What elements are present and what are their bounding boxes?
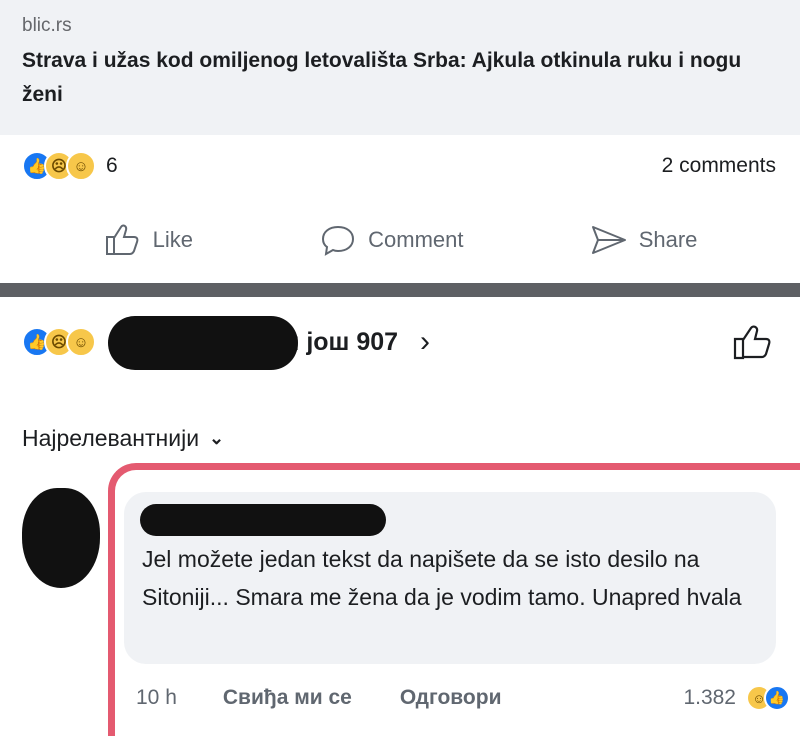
share-button[interactable]: Share <box>589 223 698 257</box>
comment-reaction-count[interactable]: 1.382 <box>683 686 736 710</box>
like-button[interactable]: Like <box>103 223 193 257</box>
chevron-down-icon: ⌄ <box>209 427 225 448</box>
comment-button[interactable]: Comment <box>318 223 464 257</box>
share-arrow-icon <box>591 226 626 254</box>
reaction-count[interactable]: 6 <box>106 154 118 178</box>
redacted-commenter-name <box>140 504 386 536</box>
comment-timestamp[interactable]: 10 h <box>136 686 177 710</box>
haha-reaction-icon: ☺ <box>66 327 96 357</box>
link-preview[interactable]: blic.rs Strava i užas kod omiljenog leto… <box>0 0 800 135</box>
comment-reply-button[interactable]: Одговори <box>400 686 502 710</box>
reactors-row[interactable]: 👍 ☹ ☺ и још 907 › <box>0 312 800 372</box>
comments-count[interactable]: 2 comments <box>662 154 776 178</box>
like-label: Like <box>152 227 193 252</box>
like-reaction-icon: 👍 <box>764 685 790 711</box>
redacted-name <box>108 316 298 370</box>
haha-reaction-icon: ☺ <box>66 151 96 181</box>
comment-sort-dropdown[interactable]: Најрелевантнији ⌄ <box>22 420 224 456</box>
reactor-icons: 👍 ☹ ☺ <box>22 327 96 357</box>
comment-text: Jel možete jedan tekst da napišete da se… <box>142 546 742 610</box>
avatar-redacted[interactable] <box>22 488 100 588</box>
comment-like-button[interactable]: Свиђа ми се <box>223 686 352 710</box>
reaction-icons[interactable]: 👍 ☹ ☺ <box>22 151 96 181</box>
sort-label: Најрелевантнији <box>22 424 200 451</box>
reactions-summary: 👍 ☹ ☺ 6 2 comments <box>0 140 800 192</box>
link-domain: blic.rs <box>22 15 72 36</box>
chevron-right-icon[interactable]: › <box>420 325 430 359</box>
comment-meta: 10 h Свиђа ми се Одговори 1.382 ☺ 👍 <box>136 680 790 716</box>
comment-bubble-icon <box>322 225 355 256</box>
thumbs-up-icon <box>105 224 138 255</box>
link-title[interactable]: Strava i užas kod omiljenog letovališta … <box>22 44 778 112</box>
comment-label: Comment <box>368 227 464 252</box>
reactors-more-text: и још 907 <box>284 327 399 356</box>
screenshot-divider <box>0 283 800 297</box>
comment-bubble[interactable]: Jel možete jedan tekst da napišete da se… <box>124 492 776 664</box>
thumbs-up-icon[interactable] <box>732 323 772 361</box>
post-actions: Like Comment Share <box>0 210 800 270</box>
comment-reaction-icons[interactable]: ☺ 👍 <box>746 685 790 711</box>
share-label: Share <box>638 227 698 252</box>
